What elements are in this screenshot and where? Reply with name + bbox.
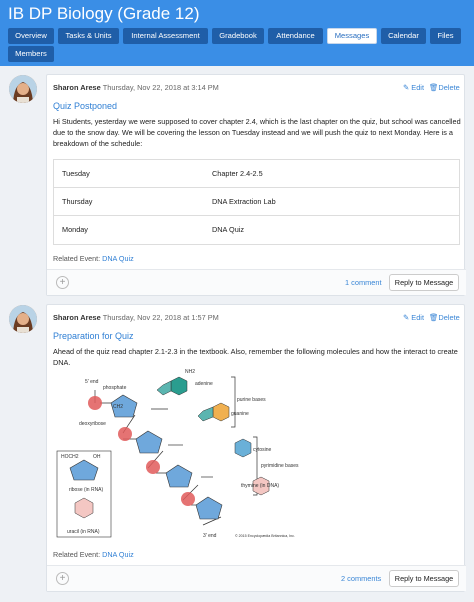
phosphate-shape <box>88 396 102 410</box>
post-body: Hi Students, yesterday we were supposed … <box>53 117 461 148</box>
post-footer: + 2 comments Reply to Message <box>47 565 466 591</box>
course-title: IB DP Biology (Grade 12) <box>8 4 200 23</box>
diagram-label: CH2 <box>113 404 123 410</box>
sugar-shape <box>165 464 193 488</box>
tab-files[interactable]: Files <box>430 28 461 44</box>
table-cell-day: Thursday <box>62 197 93 206</box>
related-event: Related Event: DNA Quiz <box>53 254 134 263</box>
trash-icon: 🗑 <box>429 313 439 322</box>
table-row: Tuesday Chapter 2.4-2.5 <box>54 160 459 188</box>
course-header: IB DP Biology (Grade 12) Overview Tasks … <box>0 0 474 66</box>
diagram-label: NH2 <box>185 369 195 375</box>
add-reaction-icon[interactable]: + <box>56 572 69 585</box>
avatar-image <box>9 305 37 333</box>
delete-button[interactable]: 🗑Delete <box>429 83 460 92</box>
schedule-table: Tuesday Chapter 2.4-2.5 Thursday DNA Ext… <box>53 159 460 245</box>
post-author-line: Sharon Arese Thursday, Nov 22, 2018 at 3… <box>53 83 219 92</box>
diagram-label: pyrimidine bases <box>261 463 299 469</box>
reply-button[interactable]: Reply to Message <box>389 274 459 291</box>
diagram-label: thymine (in DNA) <box>241 483 279 489</box>
tab-internal-assessment[interactable]: Internal Assessment <box>123 28 208 44</box>
edit-label: Edit <box>411 313 425 322</box>
sugar-shape <box>195 496 223 520</box>
edit-label: Edit <box>411 83 425 92</box>
phosphate-shape <box>181 492 195 506</box>
tab-calendar[interactable]: Calendar <box>381 28 426 44</box>
author-name[interactable]: Sharon Arese <box>53 83 101 92</box>
avatar[interactable] <box>9 75 37 103</box>
table-cell-day: Tuesday <box>62 169 90 178</box>
post-timestamp: Thursday, Nov 22, 2018 at 1:57 PM <box>102 313 219 322</box>
table-row: Monday DNA Quiz <box>54 216 459 244</box>
post-title[interactable]: Quiz Postponed <box>53 101 117 111</box>
table-cell-item: DNA Extraction Lab <box>212 197 276 206</box>
edit-button[interactable]: ✎ Edit <box>403 313 424 322</box>
comments-link[interactable]: 1 comment <box>345 278 382 287</box>
related-event-link[interactable]: DNA Quiz <box>102 254 134 263</box>
ribose-shape <box>69 459 99 481</box>
post-timestamp: Thursday, Nov 22, 2018 at 3:14 PM <box>102 83 219 92</box>
adenine-shape <box>170 376 188 396</box>
guanine-shape <box>212 402 230 422</box>
pencil-icon: ✎ <box>403 313 410 322</box>
edit-button[interactable]: ✎ Edit <box>403 83 424 92</box>
avatar-image <box>9 75 37 103</box>
diagram-label: 5' end <box>85 379 99 385</box>
delete-label: Delete <box>438 83 460 92</box>
diagram-label: phosphate <box>103 385 127 391</box>
post-footer: + 1 comment Reply to Message <box>47 269 466 295</box>
diagram-label: adenine <box>195 381 213 387</box>
related-event-label: Related Event: <box>53 254 101 263</box>
table-cell-item: Chapter 2.4-2.5 <box>212 169 263 178</box>
related-event-label: Related Event: <box>53 550 101 559</box>
delete-label: Delete <box>438 313 460 322</box>
diagram-label: uracil (in RNA) <box>67 529 100 535</box>
author-name[interactable]: Sharon Arese <box>53 313 101 322</box>
diagram-label: guanine <box>231 411 249 417</box>
diagram-label: cytosine <box>253 447 272 453</box>
tab-tasks-units[interactable]: Tasks & Units <box>58 28 119 44</box>
dna-structure-diagram: 5' end phosphate deoxyribose NH2 adenine… <box>56 369 299 539</box>
phosphate-shape <box>146 460 160 474</box>
phosphate-shape <box>118 427 132 441</box>
tab-messages[interactable]: Messages <box>327 28 377 44</box>
message-card: Sharon Arese Thursday, Nov 22, 2018 at 1… <box>46 304 466 592</box>
post-title[interactable]: Preparation for Quiz <box>53 331 134 341</box>
diagram-label: deoxyribose <box>79 421 106 427</box>
diagram-label: HOCH2 <box>61 454 79 460</box>
table-cell-item: DNA Quiz <box>212 225 245 234</box>
diagram-label: ribose (in RNA) <box>69 487 104 493</box>
related-event: Related Event: DNA Quiz <box>53 550 134 559</box>
tab-members[interactable]: Members <box>8 46 54 62</box>
reply-button[interactable]: Reply to Message <box>389 570 459 587</box>
table-cell-day: Monday <box>62 225 88 234</box>
diagram-label: 3' end <box>203 533 217 539</box>
related-event-link[interactable]: DNA Quiz <box>102 550 134 559</box>
uracil-shape <box>74 497 94 519</box>
table-row: Thursday DNA Extraction Lab <box>54 188 459 216</box>
sugar-shape <box>135 430 163 454</box>
avatar[interactable] <box>9 305 37 333</box>
message-card: Sharon Arese Thursday, Nov 22, 2018 at 3… <box>46 74 466 296</box>
delete-button[interactable]: 🗑Delete <box>429 313 460 322</box>
trash-icon: 🗑 <box>429 83 439 92</box>
purine-ring-shape <box>197 406 214 422</box>
cytosine-shape <box>234 438 252 458</box>
diagram-label: purine bases <box>237 397 266 403</box>
pencil-icon: ✎ <box>403 83 410 92</box>
diagram-label: OH <box>93 454 101 460</box>
tab-attendance[interactable]: Attendance <box>268 28 323 44</box>
post-author-line: Sharon Arese Thursday, Nov 22, 2018 at 1… <box>53 313 219 322</box>
tab-gradebook[interactable]: Gradebook <box>212 28 264 44</box>
add-reaction-icon[interactable]: + <box>56 276 69 289</box>
comments-link[interactable]: 2 comments <box>341 574 381 583</box>
tab-overview[interactable]: Overview <box>8 28 54 44</box>
purine-ring-shape <box>156 380 172 396</box>
diagram-copyright: © 2015 Encyclopædia Britannica, Inc. <box>235 534 295 538</box>
